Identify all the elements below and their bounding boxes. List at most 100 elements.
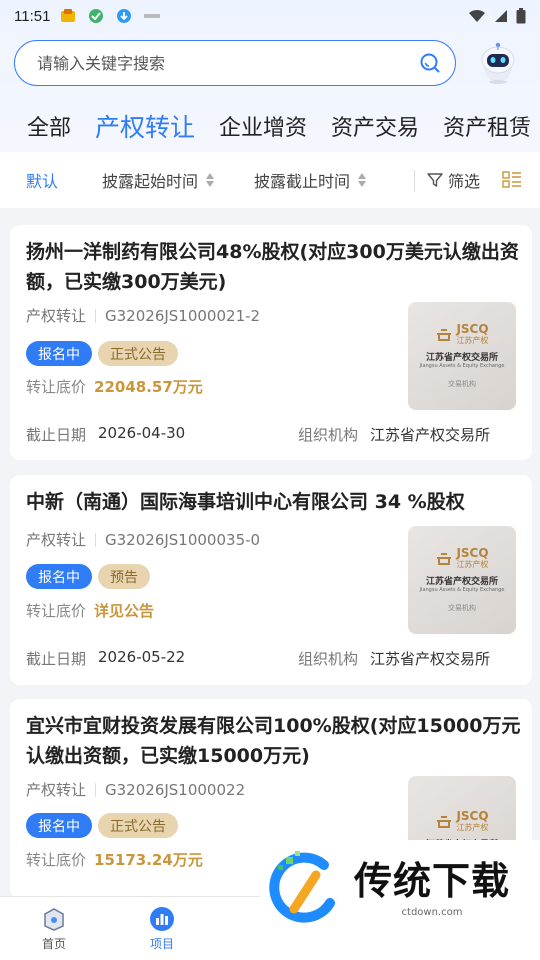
thumb-tiny: Jiangsu Assets & Equity Exchange [419,363,505,369]
sort-start-time-label: 披露起始时间 [102,172,199,191]
shop-icon [61,9,76,22]
exchange-emblem-icon [437,552,452,565]
org-label: 组织机构 [298,426,359,444]
price-value: 22048.57万元 [94,378,203,396]
listing-title: 扬州一洋制药有限公司48%股权(对应300万美元认缴出资额，已实缴300万美元) [26,241,519,293]
listing-card[interactable]: 中新（南通）国际海事培训中心有限公司 34 %股权 产权转让 G32026JS1… [10,475,532,685]
tab-asset-trading[interactable]: 资产交易 [319,110,431,142]
nav-home[interactable]: 首页 [0,897,108,960]
home-icon [44,907,64,931]
thumb-code: JSCQ [456,546,489,560]
bar-chart-icon [150,906,174,931]
listing-type: 产权转让 [26,307,87,325]
exchange-logo-image: JSCQ 江苏产权 江苏省产权交易所 Jiangsu Assets & Equi… [408,302,516,410]
deadline-value: 2026-04-30 [98,424,186,442]
thumb-tag: 交易机构 [448,380,476,388]
listing-type-row: 产权转让 G32026JS1000035-0 [26,529,260,550]
tab-asset-leasing[interactable]: 资产租赁 [431,110,540,142]
watermark-logo-icon [269,851,335,923]
tab-equity-transfer[interactable]: 产权转让 [83,108,207,144]
thumb-tag: 交易机构 [448,604,476,612]
thumb-name: 江苏省产权交易所 [425,577,498,587]
filter-button[interactable]: 筛选 [426,168,480,192]
price-value: 15173.24万元 [94,851,203,869]
download-app-icon [117,9,132,23]
signal-icon [495,10,507,22]
status-badge: 报名中 [26,341,92,366]
exchange-logo-image: JSCQ 江苏产权 江苏省产权交易所 Jiangsu Assets & Equi… [408,526,516,634]
nav-project[interactable]: 项目 [108,897,216,960]
org-value: 江苏省产权交易所 [370,650,491,668]
org-row: 组织机构 江苏省产权交易所 [298,648,490,669]
list-layout-icon[interactable] [502,170,522,190]
listing-type-row: 产权转让 G32026JS1000021-2 [26,305,260,326]
robot-assistant-icon[interactable] [474,38,522,86]
watermark-overlay: 传统下载 ctdown.com [260,840,540,938]
status-badge: 报名中 [26,564,92,589]
notice-badge: 预告 [98,564,150,589]
nav-home-label: 首页 [41,936,66,951]
listing-card[interactable]: 扬州一洋制药有限公司48%股权(对应300万美元认缴出资额，已实缴300万美元)… [10,225,532,460]
price-row: 转让底价 22048.57万元 [26,376,203,397]
watermark-text: 传统下载 [354,858,511,903]
price-label: 转让底价 [26,851,87,869]
thumb-tiny: Jiangsu Assets & Equity Exchange [419,587,505,593]
search-input[interactable] [37,53,419,73]
exchange-emblem-icon [437,328,452,341]
listing-title: 中新（南通）国际海事培训中心有限公司 34 %股权 [26,491,465,513]
status-time: 11:51 [14,7,51,25]
listing-title: 宜兴市宜财投资发展有限公司100%股权(对应15000万元认缴出资额，已实缴15… [26,715,521,767]
sort-arrows-icon [358,173,367,187]
thumb-sub: 江苏产权 [456,560,489,569]
price-row: 转让底价 15173.24万元 [26,849,203,870]
watermark-url: ctdown.com [401,906,463,918]
shield-app-icon [89,9,104,23]
category-tabs: 全部 产权转让 企业增资 资产交易 资产租赁 [0,100,540,152]
listing-type: 产权转让 [26,531,87,549]
tab-all[interactable]: 全部 [0,110,83,142]
org-value: 江苏省产权交易所 [370,426,491,444]
search-box[interactable] [14,40,456,86]
sort-start-time[interactable]: 披露起始时间 [102,168,215,192]
listing-code: G32026JS1000022 [105,780,246,799]
funnel-icon [427,173,443,187]
sort-end-time-label: 披露截止时间 [254,172,351,191]
status-bar: 11:51 [0,0,540,32]
filter-bar: 默认 披露起始时间 披露截止时间 筛选 [0,152,540,208]
sort-arrows-icon [206,173,215,187]
listing-code: G32026JS1000035-0 [105,530,261,549]
thumb-sub: 江苏产权 [456,336,489,345]
thumb-code: JSCQ [456,322,489,336]
listing-type: 产权转让 [26,781,87,799]
sort-default[interactable]: 默认 [26,168,58,192]
listing-type-row: 产权转让 G32026JS1000022 [26,779,245,800]
deadline-label: 截止日期 [26,650,87,668]
crystal-app-icon [144,14,161,18]
tab-capital-increase[interactable]: 企业增资 [207,110,319,142]
status-badge: 报名中 [26,813,92,838]
listing-code: G32026JS1000021-2 [105,306,261,325]
price-label: 转让底价 [26,602,87,620]
wifi-icon [469,9,485,22]
filter-divider [414,170,415,192]
exchange-emblem-icon [437,815,452,828]
thumb-code: JSCQ [456,809,489,823]
header-area: 11:51 全部 产权转让 企业增资 [0,0,540,152]
filter-label: 筛选 [448,172,481,191]
price-row: 转让底价 详见公告 [26,600,154,621]
price-value: 详见公告 [94,602,155,620]
price-label: 转让底价 [26,378,87,396]
thumb-name: 江苏省产权交易所 [425,353,498,363]
notice-badge: 正式公告 [98,341,178,366]
thumb-sub: 江苏产权 [456,823,489,832]
deadline-value: 2026-05-22 [98,648,186,666]
sort-end-time[interactable]: 披露截止时间 [254,168,367,192]
deadline-label: 截止日期 [26,426,87,444]
search-icon[interactable] [419,52,441,74]
org-row: 组织机构 江苏省产权交易所 [298,424,490,445]
nav-project-label: 项目 [149,936,174,951]
battery-icon [516,8,526,24]
deadline-row: 截止日期 2026-05-22 [26,648,185,669]
org-label: 组织机构 [298,650,359,668]
deadline-row: 截止日期 2026-04-30 [26,424,185,445]
